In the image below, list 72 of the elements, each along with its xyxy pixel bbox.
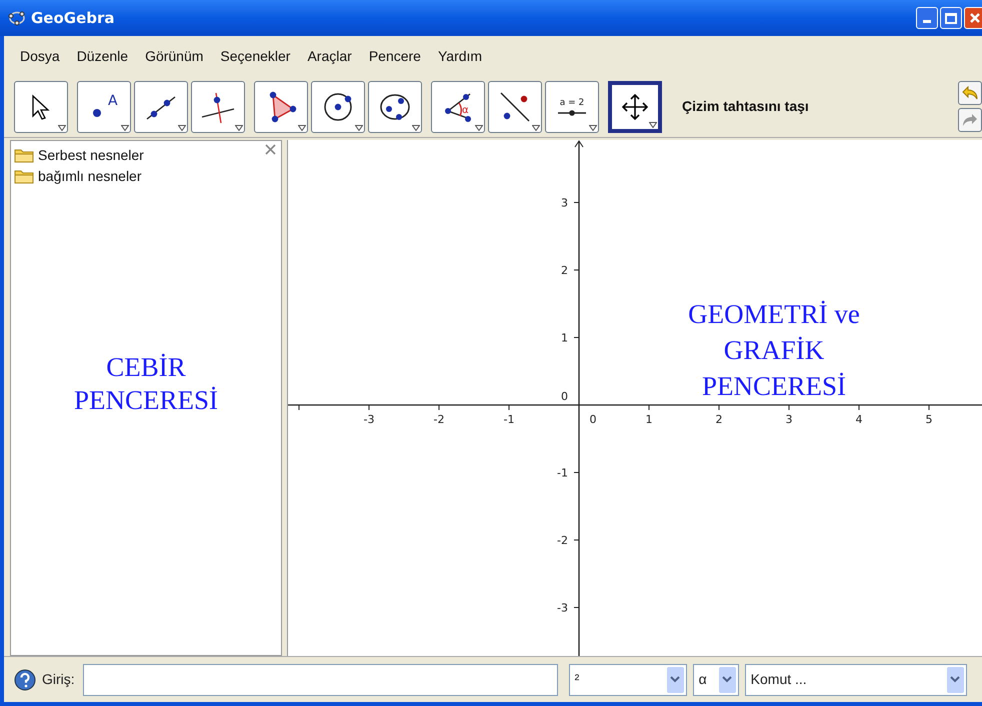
panel-label: CEBİR PENCERESİ bbox=[72, 351, 220, 417]
dropdown-triangle-icon bbox=[121, 124, 129, 130]
menu-item[interactable]: Görünüm bbox=[145, 46, 204, 66]
tool-button[interactable]: a = 2 bbox=[545, 80, 599, 132]
tick-label: 3 bbox=[786, 413, 792, 426]
tool-button[interactable]: A bbox=[77, 80, 131, 132]
tool-button[interactable] bbox=[488, 80, 542, 132]
tick-label: 5 bbox=[926, 413, 932, 426]
dropdown[interactable]: Komut ... bbox=[744, 664, 967, 696]
tick-label: 0 bbox=[561, 390, 568, 403]
tool-button[interactable] bbox=[311, 80, 365, 132]
dropdown-triangle-icon bbox=[532, 124, 540, 130]
redo-icon bbox=[962, 113, 978, 127]
dropdown-triangle-icon bbox=[178, 124, 186, 130]
tool-button[interactable] bbox=[14, 80, 68, 132]
folder-icon bbox=[14, 148, 34, 163]
dropdown[interactable]: α bbox=[692, 664, 739, 696]
tick-label: 0 bbox=[590, 413, 596, 426]
chevron-down-icon bbox=[670, 676, 680, 683]
close-icon bbox=[969, 12, 981, 24]
menu-item[interactable]: Dosya bbox=[20, 46, 60, 66]
dropdown-triangle-icon bbox=[475, 124, 483, 130]
tick-label: -1 bbox=[557, 466, 568, 480]
tool-button[interactable]: α bbox=[431, 80, 485, 132]
folder-label[interactable]: Serbest nesneler bbox=[38, 145, 144, 166]
menu-item[interactable]: Düzenle bbox=[76, 46, 128, 66]
folder-icon bbox=[14, 169, 34, 184]
folder-label[interactable]: bağımlı nesneler bbox=[38, 166, 142, 187]
tick-label: -3 bbox=[364, 413, 374, 426]
tick-label: -1 bbox=[504, 413, 514, 426]
app-logo-icon bbox=[8, 10, 26, 26]
redo-button[interactable] bbox=[958, 108, 982, 132]
tool-button[interactable] bbox=[191, 80, 245, 132]
tick-label: 2 bbox=[561, 264, 568, 277]
dropdown-triangle-icon bbox=[412, 124, 420, 130]
menu-item[interactable]: Pencere bbox=[368, 46, 421, 66]
tick-label: -2 bbox=[557, 534, 568, 547]
menu-item[interactable]: Araçlar bbox=[307, 46, 352, 66]
menu-item[interactable]: Yardım bbox=[438, 46, 482, 66]
tool-description: Çizim tahtasını taşı bbox=[682, 97, 809, 116]
dropdown-triangle-icon bbox=[589, 124, 597, 130]
tick-label: 3 bbox=[561, 196, 568, 210]
maximize-button[interactable] bbox=[940, 7, 962, 29]
undo-icon bbox=[962, 86, 978, 100]
help-icon[interactable] bbox=[14, 668, 36, 690]
tick-label: -3 bbox=[557, 602, 568, 614]
tick-label: -2 bbox=[434, 413, 444, 426]
chevron-down-icon bbox=[950, 676, 960, 683]
tool-button[interactable] bbox=[368, 80, 422, 132]
chevron-down-icon bbox=[722, 676, 732, 683]
input-field[interactable] bbox=[82, 664, 558, 696]
dropdown-triangle-icon bbox=[58, 124, 66, 130]
menu-item[interactable]: Seçenekler bbox=[220, 46, 290, 66]
dropdown-triangle-icon bbox=[649, 122, 657, 128]
tool-button[interactable] bbox=[134, 80, 188, 132]
dropdown-triangle-icon bbox=[235, 124, 243, 130]
tick-label: 1 bbox=[561, 332, 568, 344]
tick-label: 1 bbox=[646, 413, 652, 426]
dropdown[interactable]: ² bbox=[568, 664, 687, 696]
undo-button[interactable] bbox=[958, 81, 982, 105]
tick-label: 4 bbox=[856, 413, 862, 426]
panel-label: GEOMETRİ ve GRAFİK PENCERESİ bbox=[688, 298, 860, 403]
input-label: Giriş: bbox=[42, 670, 75, 689]
minimize-button[interactable] bbox=[916, 7, 938, 29]
dropdown-triangle-icon bbox=[298, 124, 306, 130]
close-button[interactable] bbox=[964, 7, 982, 29]
tool-button[interactable] bbox=[254, 80, 308, 132]
dropdown-triangle-icon bbox=[355, 124, 363, 130]
close-icon[interactable] bbox=[265, 144, 276, 155]
tool-button[interactable] bbox=[608, 80, 662, 132]
window-title: GeoGebra bbox=[31, 8, 115, 29]
tick-label: 2 bbox=[716, 413, 722, 426]
